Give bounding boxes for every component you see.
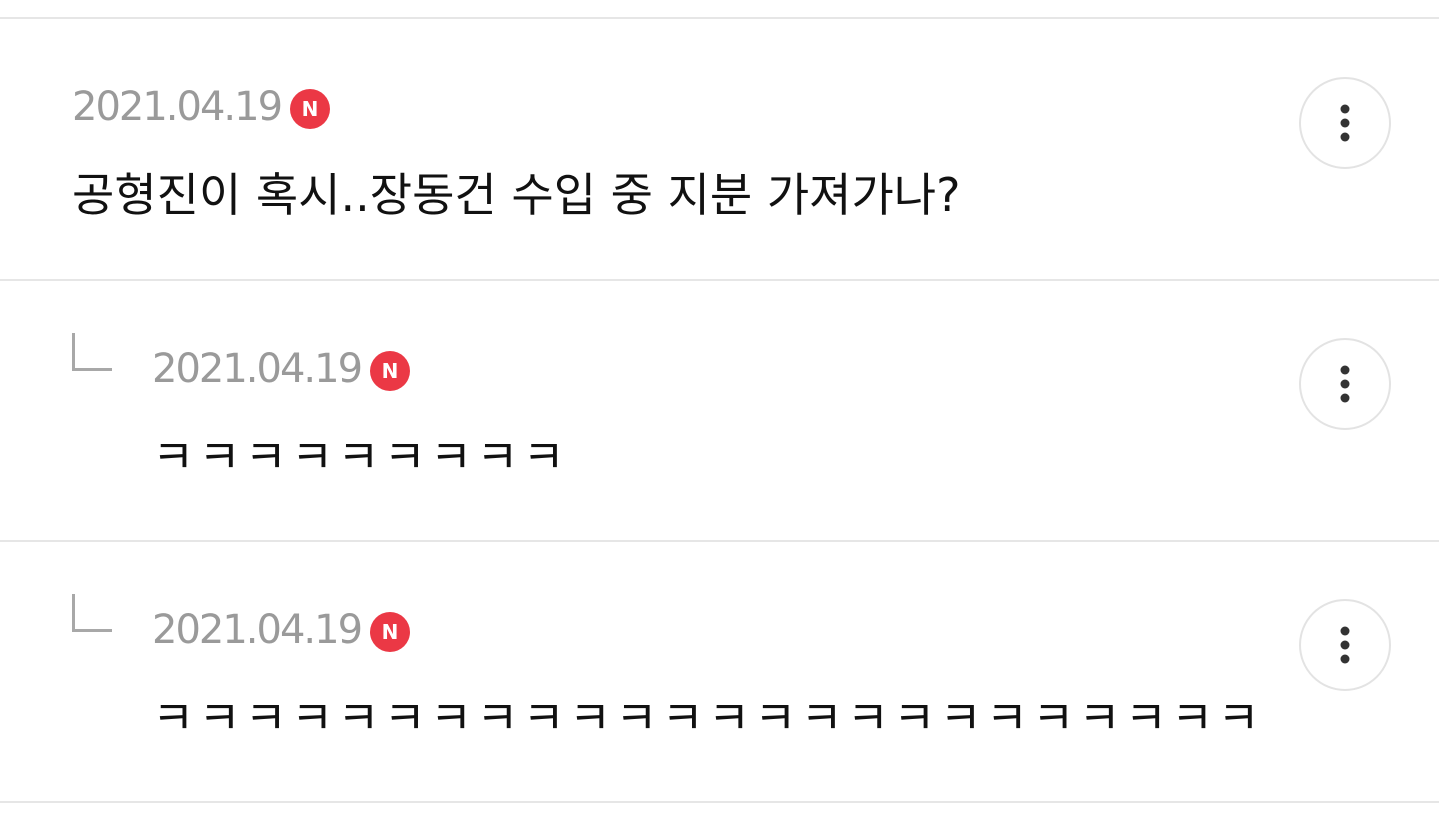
more-options-button[interactable] [1299,599,1391,691]
reply-arrow-icon [72,333,112,371]
new-badge: N [290,89,330,129]
reply-arrow-icon [72,594,112,632]
more-vertical-icon [1340,626,1350,664]
more-vertical-icon [1340,104,1350,142]
divider [0,801,1439,803]
reply-item: 2021.04.19 N ㅋㅋㅋㅋㅋㅋㅋㅋㅋ [0,281,1439,540]
new-badge: N [370,351,410,391]
more-options-button[interactable] [1299,77,1391,169]
comment-text: 공형진이 혹시..장동건 수입 중 지분 가져가나? [72,168,961,222]
comment-item: 2021.04.19 N 공형진이 혹시..장동건 수입 중 지분 가져가나? [0,19,1439,279]
reply-item: 2021.04.19 N ㅋㅋㅋㅋㅋㅋㅋㅋㅋㅋㅋㅋㅋㅋㅋㅋㅋㅋㅋㅋㅋㅋㅋㅋ [0,542,1439,801]
comment-date: 2021.04.19 [152,607,363,653]
comment-text: ㅋㅋㅋㅋㅋㅋㅋㅋㅋ [152,430,569,484]
comment-text: ㅋㅋㅋㅋㅋㅋㅋㅋㅋㅋㅋㅋㅋㅋㅋㅋㅋㅋㅋㅋㅋㅋㅋㅋ [152,691,1264,745]
more-options-button[interactable] [1299,338,1391,430]
new-badge: N [370,612,410,652]
more-vertical-icon [1340,365,1350,403]
comment-list: 2021.04.19 N 공형진이 혹시..장동건 수입 중 지분 가져가나? … [0,0,1439,826]
comment-date: 2021.04.19 [72,84,283,130]
comment-date: 2021.04.19 [152,346,363,392]
